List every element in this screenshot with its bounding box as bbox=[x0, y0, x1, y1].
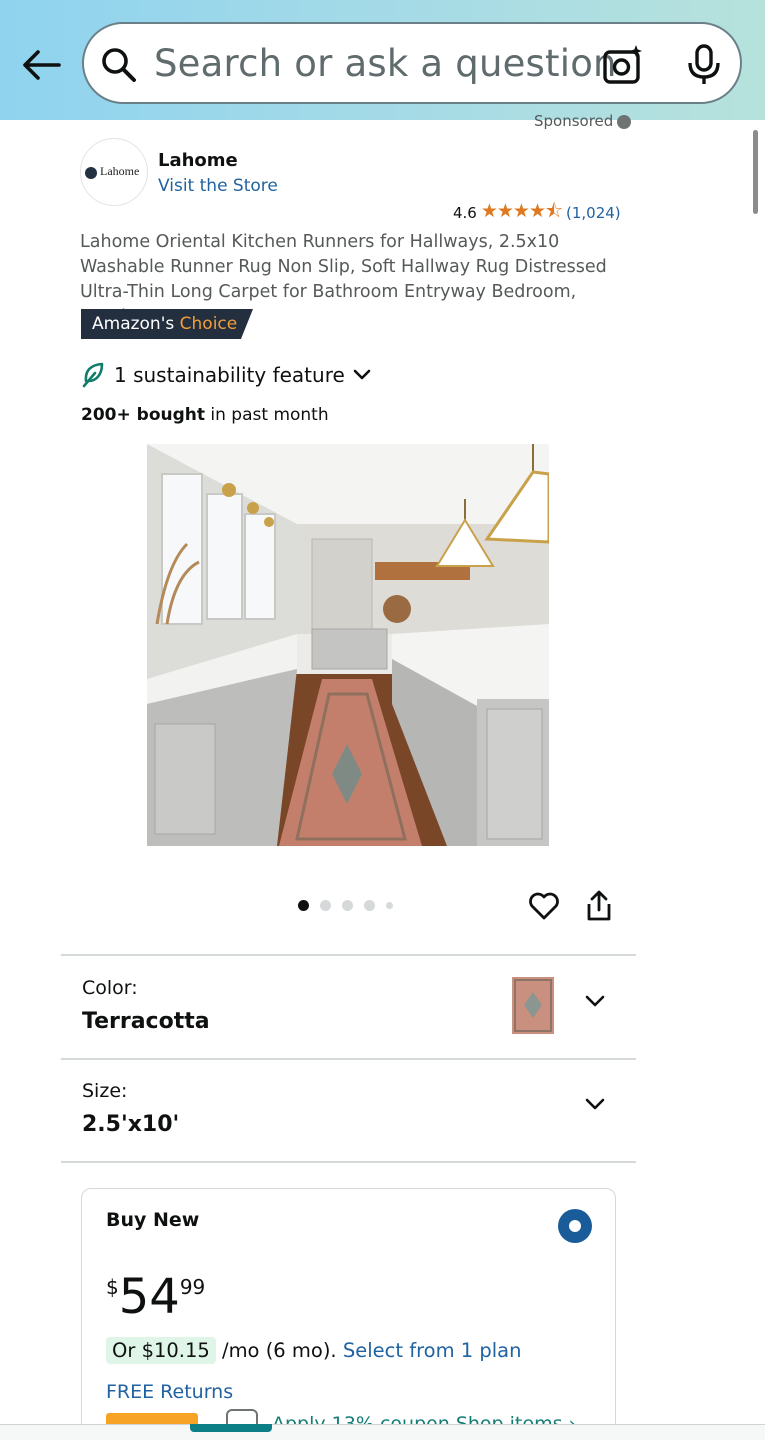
divider bbox=[61, 1161, 636, 1163]
badge-accent: Choice bbox=[179, 314, 238, 334]
monthly-terms: /mo (6 mo). bbox=[215, 1339, 343, 1362]
monthly-amount: Or $10.15 bbox=[106, 1337, 216, 1364]
chevron-down-icon[interactable] bbox=[583, 1092, 607, 1116]
buy-new-heading: Buy New bbox=[106, 1209, 200, 1231]
image-carousel-dots[interactable] bbox=[298, 900, 393, 911]
rating-value: 4.6 bbox=[453, 204, 477, 222]
back-button[interactable] bbox=[18, 42, 64, 88]
search-input[interactable]: Search or ask a question bbox=[154, 42, 617, 85]
sustainability-feature-toggle[interactable]: 1 sustainability feature bbox=[82, 362, 371, 388]
select-plan-link[interactable]: Select from 1 plan bbox=[343, 1339, 522, 1362]
bought-in-past-month: 200+ bought in past month bbox=[81, 405, 329, 425]
amazons-choice-badge: Amazon's Choice bbox=[81, 309, 253, 339]
sustainability-label: 1 sustainability feature bbox=[114, 363, 345, 387]
carousel-dot-5[interactable] bbox=[386, 902, 393, 909]
rating-count-link[interactable]: (1,024) bbox=[566, 204, 621, 222]
color-label: Color: bbox=[82, 977, 138, 999]
carousel-dot-4[interactable] bbox=[364, 900, 375, 911]
carousel-dot-2[interactable] bbox=[320, 900, 331, 911]
search-bar[interactable]: Search or ask a question bbox=[82, 22, 742, 104]
free-returns-link[interactable]: FREE Returns bbox=[106, 1381, 233, 1403]
search-icon bbox=[102, 48, 136, 82]
monthly-payment: Or $10.15 /mo (6 mo). Select from 1 plan bbox=[106, 1337, 522, 1364]
badge-prefix: Amazon's bbox=[92, 314, 175, 334]
mic-icon[interactable] bbox=[686, 44, 722, 86]
price-symbol: $ bbox=[106, 1275, 119, 1299]
carousel-dot-1[interactable] bbox=[298, 900, 309, 911]
radio-inner bbox=[569, 1220, 581, 1232]
chevron-down-icon[interactable] bbox=[583, 989, 607, 1013]
chevron-down-icon bbox=[353, 369, 371, 380]
share-icon[interactable] bbox=[585, 890, 613, 922]
top-header: Search or ask a question bbox=[0, 0, 765, 120]
kitchen-runner-photo bbox=[147, 444, 549, 846]
brand-logo-mark bbox=[85, 167, 97, 179]
price-fraction: 99 bbox=[179, 1275, 206, 1299]
back-arrow-icon bbox=[23, 50, 61, 80]
divider bbox=[61, 1058, 636, 1060]
brand-logo[interactable]: Lahome bbox=[80, 138, 148, 206]
heart-icon[interactable] bbox=[528, 890, 560, 922]
active-tab-indicator bbox=[190, 1424, 272, 1432]
scrollbar[interactable] bbox=[753, 130, 758, 214]
buy-new-box[interactable]: Buy New $5499 Or $10.15 /mo (6 mo). Sele… bbox=[81, 1188, 616, 1440]
price: $5499 bbox=[106, 1269, 205, 1325]
bought-suffix: in past month bbox=[205, 405, 329, 425]
bottom-nav-bar bbox=[0, 1424, 765, 1440]
star-rating-icon: ★★★★⯪ bbox=[480, 200, 563, 222]
camera-icon[interactable] bbox=[602, 44, 644, 86]
divider bbox=[61, 954, 636, 956]
brand-name: Lahome bbox=[158, 150, 238, 171]
carousel-dot-3[interactable] bbox=[342, 900, 353, 911]
bought-count: 200+ bought bbox=[81, 405, 205, 425]
color-value: Terracotta bbox=[82, 1009, 210, 1034]
brand-logo-text: Lahome bbox=[100, 164, 140, 178]
size-value: 2.5'x10' bbox=[82, 1112, 180, 1137]
price-whole: 54 bbox=[118, 1269, 180, 1325]
visit-store-link[interactable]: Visit the Store bbox=[158, 176, 278, 196]
buy-new-radio[interactable] bbox=[558, 1209, 592, 1243]
color-swatch[interactable] bbox=[512, 977, 554, 1034]
rating-summary[interactable]: 4.6 ★★★★⯪ (1,024) bbox=[453, 197, 621, 229]
size-label: Size: bbox=[82, 1080, 128, 1102]
rug-thumbnail bbox=[512, 977, 554, 1034]
product-image[interactable] bbox=[147, 444, 549, 846]
info-icon bbox=[617, 114, 632, 129]
leaf-icon bbox=[82, 362, 104, 388]
sponsored-label[interactable]: Sponsored bbox=[534, 112, 632, 130]
